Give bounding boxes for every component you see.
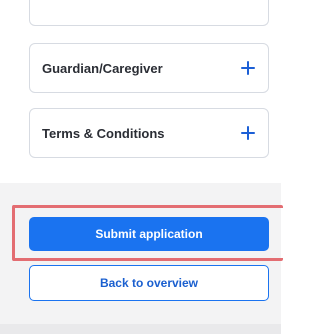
submit-application-button[interactable]: Submit application [29, 217, 269, 251]
accordion-section: Guardian/Caregiver Terms & Conditions [0, 0, 281, 183]
application-page: Guardian/Caregiver Terms & Conditions Su… [0, 0, 283, 334]
plus-icon[interactable] [241, 126, 255, 140]
accordion-label: Guardian/Caregiver [42, 60, 163, 76]
back-to-overview-button[interactable]: Back to overview [29, 265, 269, 301]
terms-conditions-accordion[interactable]: Terms & Conditions [29, 108, 269, 158]
guardian-caregiver-accordion[interactable]: Guardian/Caregiver [29, 43, 269, 93]
accordion-header[interactable]: Guardian/Caregiver [30, 44, 268, 92]
plus-icon[interactable] [241, 61, 255, 75]
previous-accordion-card[interactable] [29, 0, 269, 26]
accordion-label: Terms & Conditions [42, 125, 165, 141]
bottom-divider [0, 324, 281, 334]
accordion-header[interactable]: Terms & Conditions [30, 109, 268, 157]
